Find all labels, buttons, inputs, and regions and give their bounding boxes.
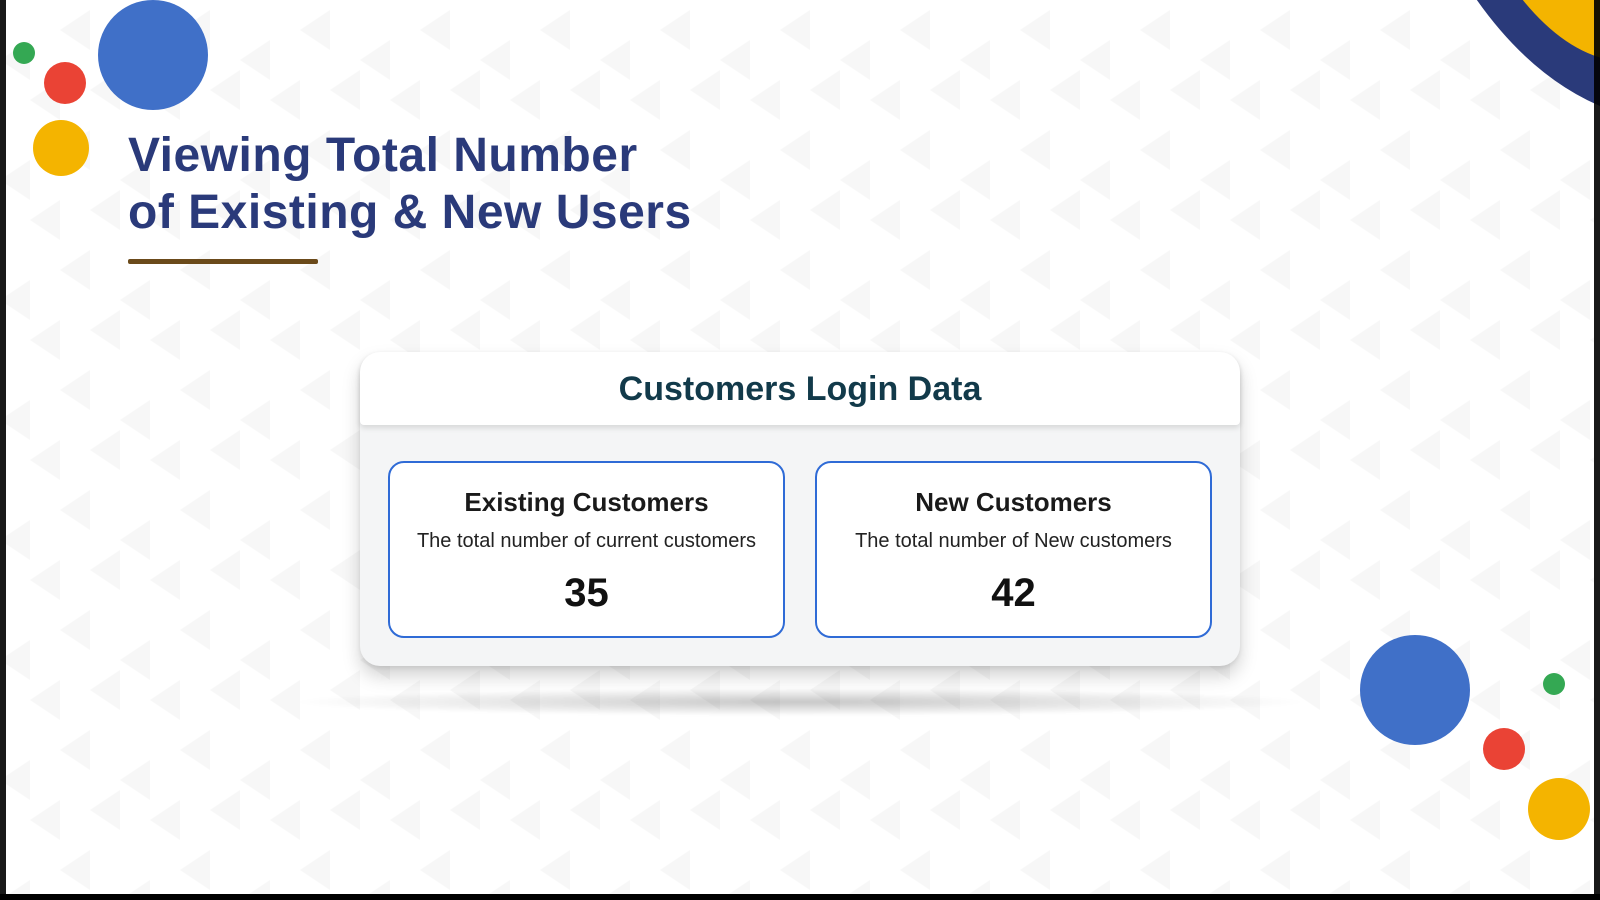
- page-edge-bottom: [0, 894, 1600, 900]
- new-customers-card: New Customers The total number of New cu…: [815, 461, 1212, 638]
- stat-description: The total number of New customers: [835, 530, 1192, 553]
- title-underline: [128, 259, 318, 264]
- page-title-line1: Viewing Total Number: [128, 129, 638, 182]
- corner-accent-icon: [1410, 0, 1600, 130]
- stat-value: 35: [408, 571, 765, 616]
- panel-floor-shadow: [290, 688, 1310, 716]
- stat-description: The total number of current customers: [408, 530, 765, 553]
- panel-header: Customers Login Data: [360, 352, 1240, 425]
- dot-red-icon: [44, 62, 86, 104]
- page-edge-right: [1594, 0, 1600, 900]
- dot-blue-icon: [98, 0, 208, 110]
- page-edge-left: [0, 0, 6, 900]
- stat-cards-row: Existing Customers The total number of c…: [360, 425, 1240, 638]
- existing-customers-card: Existing Customers The total number of c…: [388, 461, 785, 638]
- dot-blue-icon: [1360, 635, 1470, 745]
- page-title: Viewing Total Number of Existing & New U…: [128, 128, 692, 241]
- dot-green-icon: [1543, 673, 1565, 695]
- dot-gold-icon: [1528, 778, 1590, 840]
- page-title-block: Viewing Total Number of Existing & New U…: [128, 128, 692, 264]
- customers-login-panel: Customers Login Data Existing Customers …: [360, 352, 1240, 666]
- stat-title: New Customers: [835, 487, 1192, 518]
- stat-value: 42: [835, 571, 1192, 616]
- stat-title: Existing Customers: [408, 487, 765, 518]
- page-title-line2: of Existing & New Users: [128, 186, 692, 239]
- dot-gold-icon: [33, 120, 89, 176]
- dot-red-icon: [1483, 728, 1525, 770]
- panel-heading: Customers Login Data: [370, 370, 1230, 409]
- dot-green-icon: [13, 42, 35, 64]
